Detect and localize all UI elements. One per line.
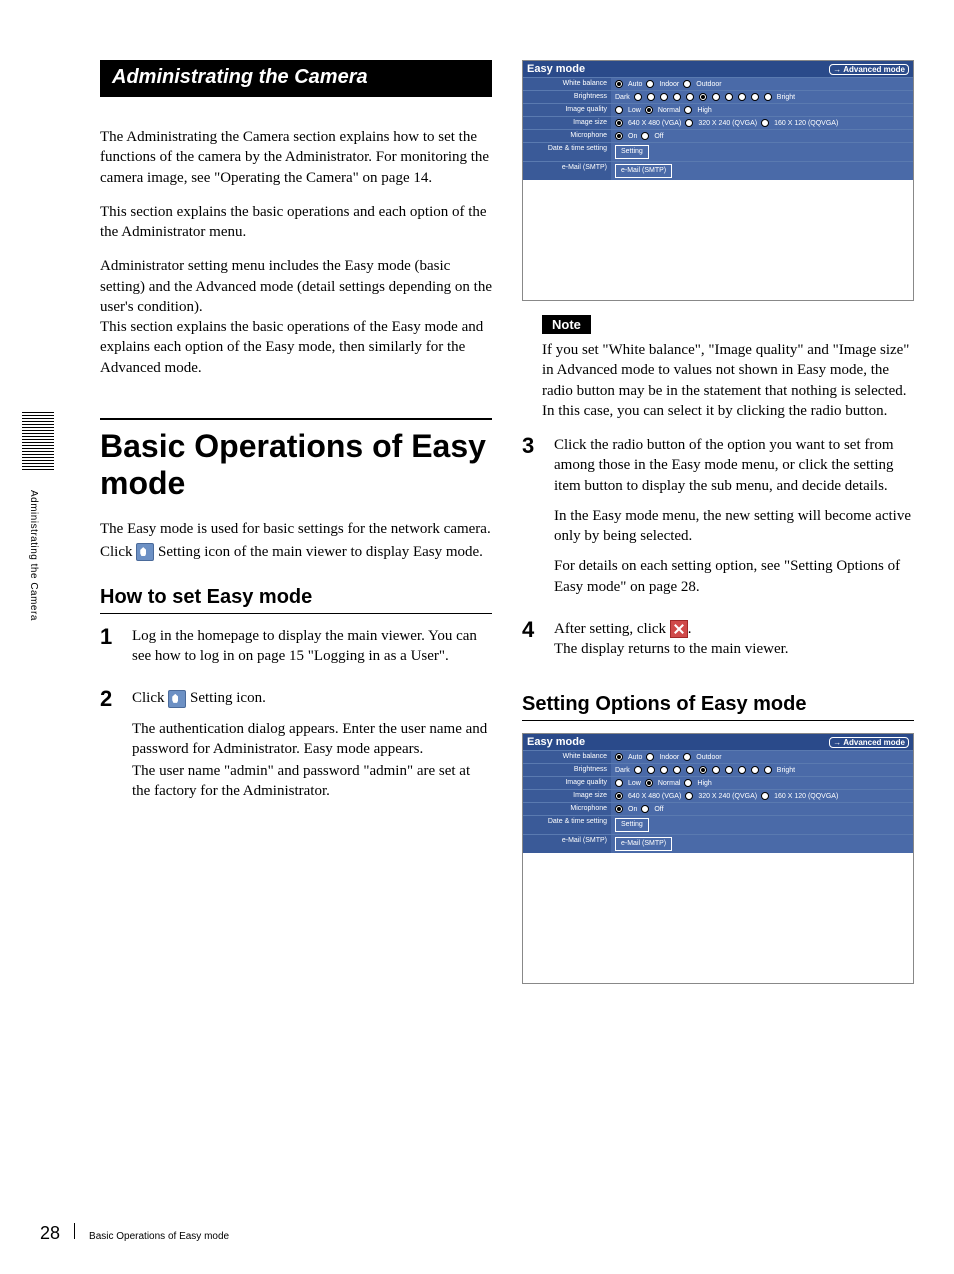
settings-icon	[136, 543, 154, 561]
radio-icon[interactable]	[761, 119, 769, 127]
brightness-dot[interactable]	[751, 93, 759, 101]
section-divider	[100, 418, 492, 420]
step-number: 3	[522, 435, 542, 607]
email-smtp-button[interactable]: e-Mail (SMTP)	[615, 164, 672, 178]
radio-icon[interactable]	[646, 753, 654, 761]
radio-icon[interactable]	[761, 792, 769, 800]
step-2: 2 Click Setting icon. The authentication…	[100, 688, 492, 811]
easy-mode-panel-screenshot-2: Easy mode→ Advanced modeWhite balanceAut…	[522, 733, 914, 984]
radio-icon[interactable]	[615, 805, 623, 813]
advanced-mode-button[interactable]: → Advanced mode	[829, 64, 909, 75]
page-number: 28	[40, 1223, 60, 1244]
brightness-dot[interactable]	[764, 766, 772, 774]
brightness-dot[interactable]	[699, 93, 707, 101]
radio-icon[interactable]	[641, 805, 649, 813]
radio-icon[interactable]	[615, 753, 623, 761]
radio-icon[interactable]	[641, 132, 649, 140]
brightness-dot[interactable]	[738, 93, 746, 101]
brightness-dot[interactable]	[699, 766, 707, 774]
page-title: Basic Operations of Easy mode	[100, 428, 492, 502]
radio-icon[interactable]	[683, 753, 691, 761]
step-number: 4	[522, 619, 542, 670]
brightness-dot[interactable]	[686, 766, 694, 774]
brightness-dot[interactable]	[764, 93, 772, 101]
brightness-dot[interactable]	[647, 93, 655, 101]
intro-paragraph-3a: Administrator setting menu includes the …	[100, 256, 492, 317]
step-number: 2	[100, 688, 120, 811]
easy-intro-b: Click Setting icon of the main viewer to…	[100, 542, 492, 562]
brightness-dot[interactable]	[634, 93, 642, 101]
note-block: Note If you set "White balance", "Image …	[542, 315, 914, 421]
radio-icon[interactable]	[646, 80, 654, 88]
setting-options-heading: Setting Options of Easy mode	[522, 693, 914, 721]
advanced-mode-button[interactable]: → Advanced mode	[829, 737, 909, 748]
close-icon	[670, 620, 688, 638]
intro-paragraph-2: This section explains the basic operatio…	[100, 202, 492, 243]
radio-icon[interactable]	[685, 119, 693, 127]
note-text: If you set "White balance", "Image quali…	[542, 340, 914, 421]
page-footer: 28 Basic Operations of Easy mode	[40, 1223, 229, 1244]
brightness-dot[interactable]	[725, 766, 733, 774]
brightness-dot[interactable]	[673, 766, 681, 774]
radio-icon[interactable]	[615, 106, 623, 114]
brightness-dot[interactable]	[660, 766, 668, 774]
radio-icon[interactable]	[683, 80, 691, 88]
settings-icon	[168, 690, 186, 708]
note-chip: Note	[542, 315, 591, 334]
brightness-dot[interactable]	[751, 766, 759, 774]
step-number: 1	[100, 626, 120, 677]
radio-icon[interactable]	[645, 106, 653, 114]
radio-icon[interactable]	[645, 779, 653, 787]
radio-icon[interactable]	[615, 792, 623, 800]
section-banner: Administrating the Camera	[100, 60, 492, 97]
date-time-setting-button[interactable]: Setting	[615, 145, 649, 159]
radio-icon[interactable]	[615, 132, 623, 140]
footer-text: Basic Operations of Easy mode	[89, 1231, 229, 1242]
intro-paragraph-1: The Administrating the Camera section ex…	[100, 127, 492, 188]
brightness-dot[interactable]	[647, 766, 655, 774]
brightness-dot[interactable]	[712, 766, 720, 774]
radio-icon[interactable]	[615, 80, 623, 88]
right-column: Easy mode→ Advanced modeWhite balanceAut…	[522, 60, 914, 998]
radio-icon[interactable]	[684, 779, 692, 787]
radio-icon[interactable]	[684, 106, 692, 114]
step-4: 4 After setting, click . The display ret…	[522, 619, 914, 670]
how-to-heading: How to set Easy mode	[100, 586, 492, 614]
brightness-dot[interactable]	[686, 93, 694, 101]
side-section-label: Administrating the Camera	[28, 490, 39, 621]
step-3: 3 Click the radio button of the option y…	[522, 435, 914, 607]
left-column: Administrating the Camera The Administra…	[100, 60, 492, 998]
radio-icon[interactable]	[615, 119, 623, 127]
brightness-dot[interactable]	[725, 93, 733, 101]
brightness-dot[interactable]	[634, 766, 642, 774]
brightness-dot[interactable]	[673, 93, 681, 101]
brightness-dot[interactable]	[712, 93, 720, 101]
intro-paragraph-3b: This section explains the basic operatio…	[100, 317, 492, 378]
panel-title: Easy mode	[527, 63, 585, 75]
easy-intro-a: The Easy mode is used for basic settings…	[100, 519, 492, 539]
easy-mode-panel-screenshot-1: Easy mode→ Advanced modeWhite balanceAut…	[522, 60, 914, 301]
email-smtp-button[interactable]: e-Mail (SMTP)	[615, 837, 672, 851]
step-1: 1 Log in the homepage to display the mai…	[100, 626, 492, 677]
panel-title: Easy mode	[527, 736, 585, 748]
radio-icon[interactable]	[615, 779, 623, 787]
radio-icon[interactable]	[685, 792, 693, 800]
brightness-dot[interactable]	[660, 93, 668, 101]
date-time-setting-button[interactable]: Setting	[615, 818, 649, 832]
side-stripes-decoration	[22, 410, 54, 470]
brightness-dot[interactable]	[738, 766, 746, 774]
